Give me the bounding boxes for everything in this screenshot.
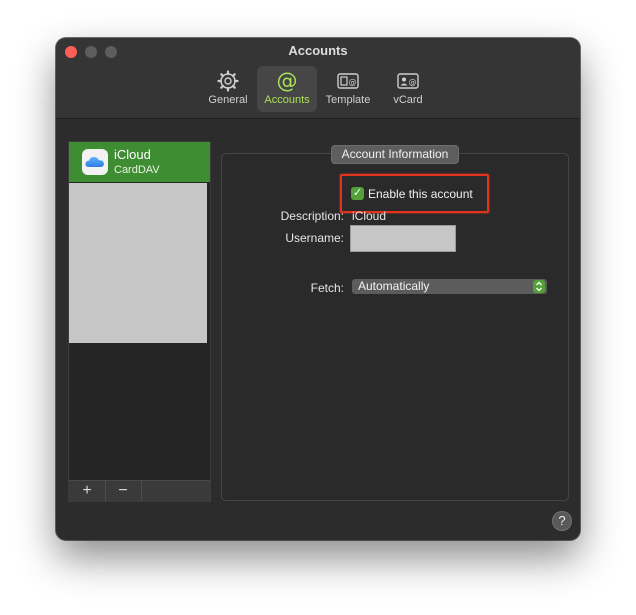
toolbar: Accounts General @ Accounts @ Template @… (56, 38, 580, 119)
tab-vcard[interactable]: @ vCard (378, 66, 438, 112)
accounts-window: Accounts General @ Accounts @ Template @… (56, 38, 580, 540)
tab-template-label: Template (325, 94, 371, 106)
tab-vcard-label: vCard (393, 94, 423, 106)
at-sign-icon: @ (257, 69, 317, 93)
account-information-title: Account Information (331, 145, 459, 164)
enable-account-checkbox[interactable]: ✓ (351, 187, 364, 200)
help-button[interactable]: ? (552, 511, 572, 531)
window-title: Accounts (288, 43, 348, 58)
tab-accounts[interactable]: @ Accounts (257, 66, 317, 112)
username-label: Username: (285, 231, 344, 245)
account-type: CardDAV (114, 164, 160, 176)
add-account-button[interactable]: + (69, 481, 106, 501)
fetch-select-value: Automatically (358, 279, 430, 293)
tab-general-label: General (208, 94, 248, 106)
accounts-list: iCloud CardDAV + − (68, 141, 211, 502)
chevron-up-down-icon (533, 280, 545, 293)
list-footer: + − (69, 480, 210, 501)
tab-general[interactable]: General (198, 66, 258, 112)
description-label: Description: (280, 209, 344, 223)
svg-text:@: @ (349, 78, 357, 87)
fetch-label: Fetch: (310, 281, 344, 295)
vcard-icon: @ (378, 70, 438, 92)
svg-text:@: @ (409, 78, 417, 87)
redacted-area (69, 183, 207, 343)
template-icon: @ (318, 70, 378, 92)
enable-account-label: Enable this account (368, 187, 473, 201)
gear-icon (198, 70, 258, 92)
tab-accounts-label: Accounts (264, 94, 310, 106)
svg-text:@: @ (277, 70, 298, 92)
icloud-icon (82, 149, 108, 175)
fetch-select[interactable]: Automatically (352, 279, 547, 294)
remove-account-button[interactable]: − (105, 481, 142, 501)
account-row-icloud[interactable]: iCloud CardDAV (69, 142, 210, 182)
description-value: iCloud (352, 209, 387, 223)
tab-template[interactable]: @ Template (318, 66, 378, 112)
username-field[interactable] (350, 225, 456, 252)
account-name: iCloud (114, 147, 151, 162)
